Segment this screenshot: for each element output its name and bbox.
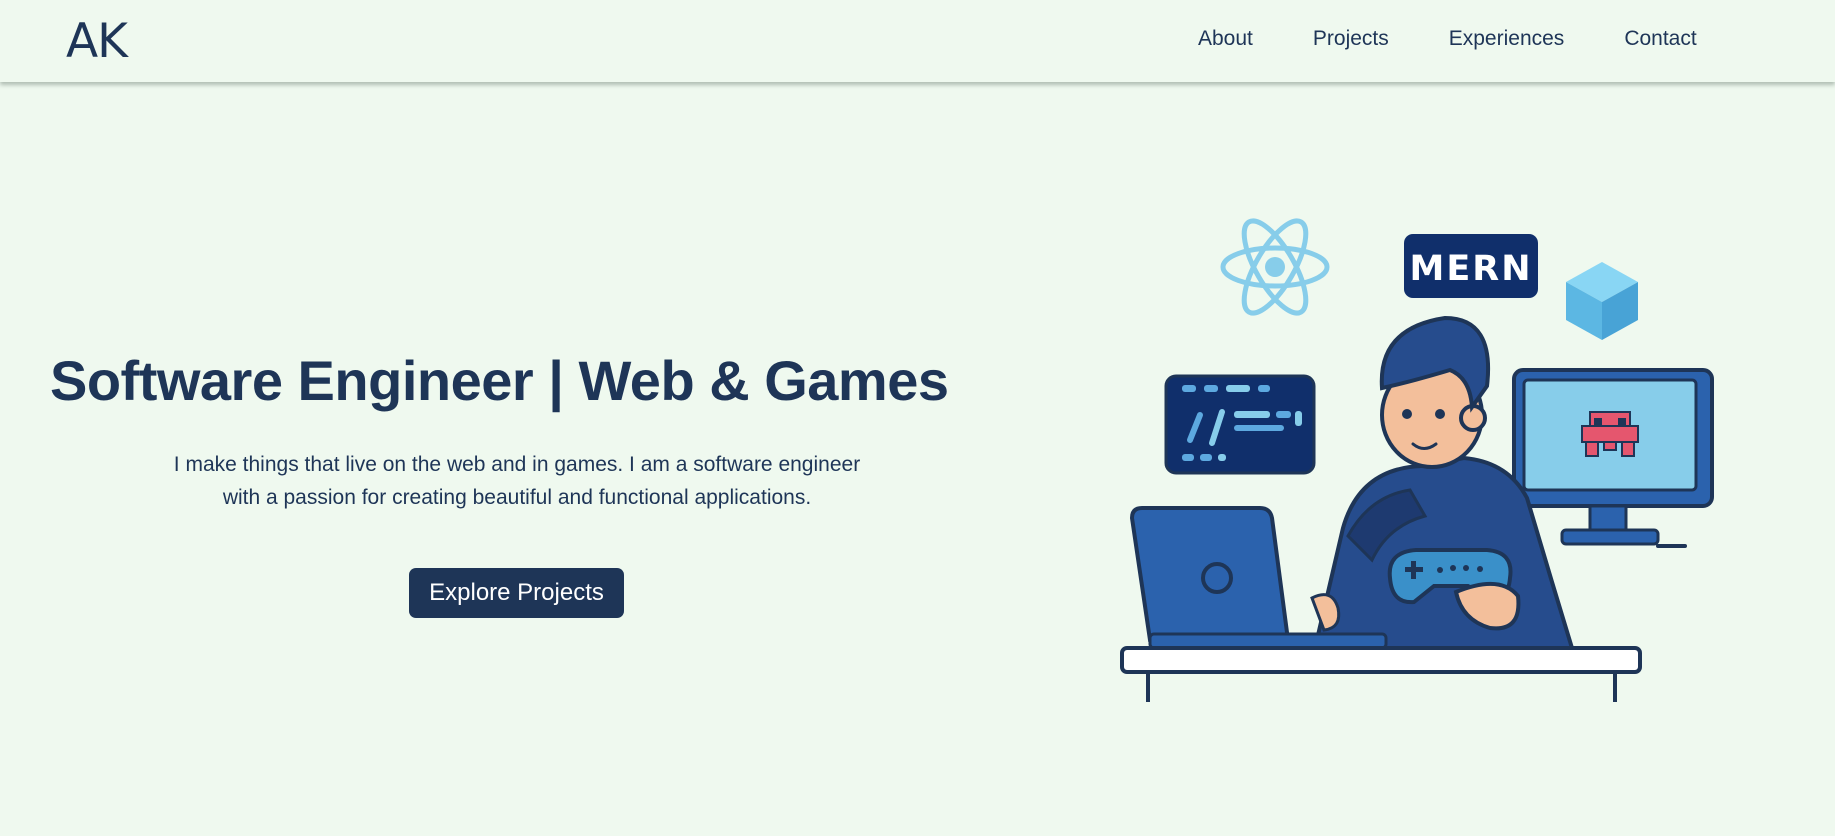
monitor-icon bbox=[1512, 368, 1714, 548]
nav-link-projects[interactable]: Projects bbox=[1313, 27, 1389, 51]
nav-links: About Projects Experiences Contact bbox=[1198, 27, 1697, 51]
react-atom-icon bbox=[1220, 218, 1330, 316]
nav-link-contact[interactable]: Contact bbox=[1624, 27, 1696, 51]
pixel-invader-icon bbox=[1581, 411, 1639, 457]
desk-icon bbox=[1120, 646, 1642, 702]
developer-illustration: MERN bbox=[1120, 218, 1714, 702]
navbar: AK About Projects Experiences Contact bbox=[0, 0, 1835, 82]
cube-icon bbox=[1566, 262, 1638, 340]
explore-projects-button[interactable]: Explore Projects bbox=[409, 568, 624, 618]
mern-badge: MERN bbox=[1404, 234, 1538, 298]
nav-link-experiences[interactable]: Experiences bbox=[1449, 27, 1565, 51]
mern-badge-text: MERN bbox=[1410, 249, 1533, 289]
logo[interactable]: AK bbox=[66, 14, 128, 69]
hero-description: I make things that live on the web and i… bbox=[173, 453, 861, 509]
code-panel-icon bbox=[1164, 374, 1316, 475]
nav-link-about[interactable]: About bbox=[1198, 27, 1253, 51]
hero-title: Software Engineer | Web & Games bbox=[50, 349, 949, 412]
